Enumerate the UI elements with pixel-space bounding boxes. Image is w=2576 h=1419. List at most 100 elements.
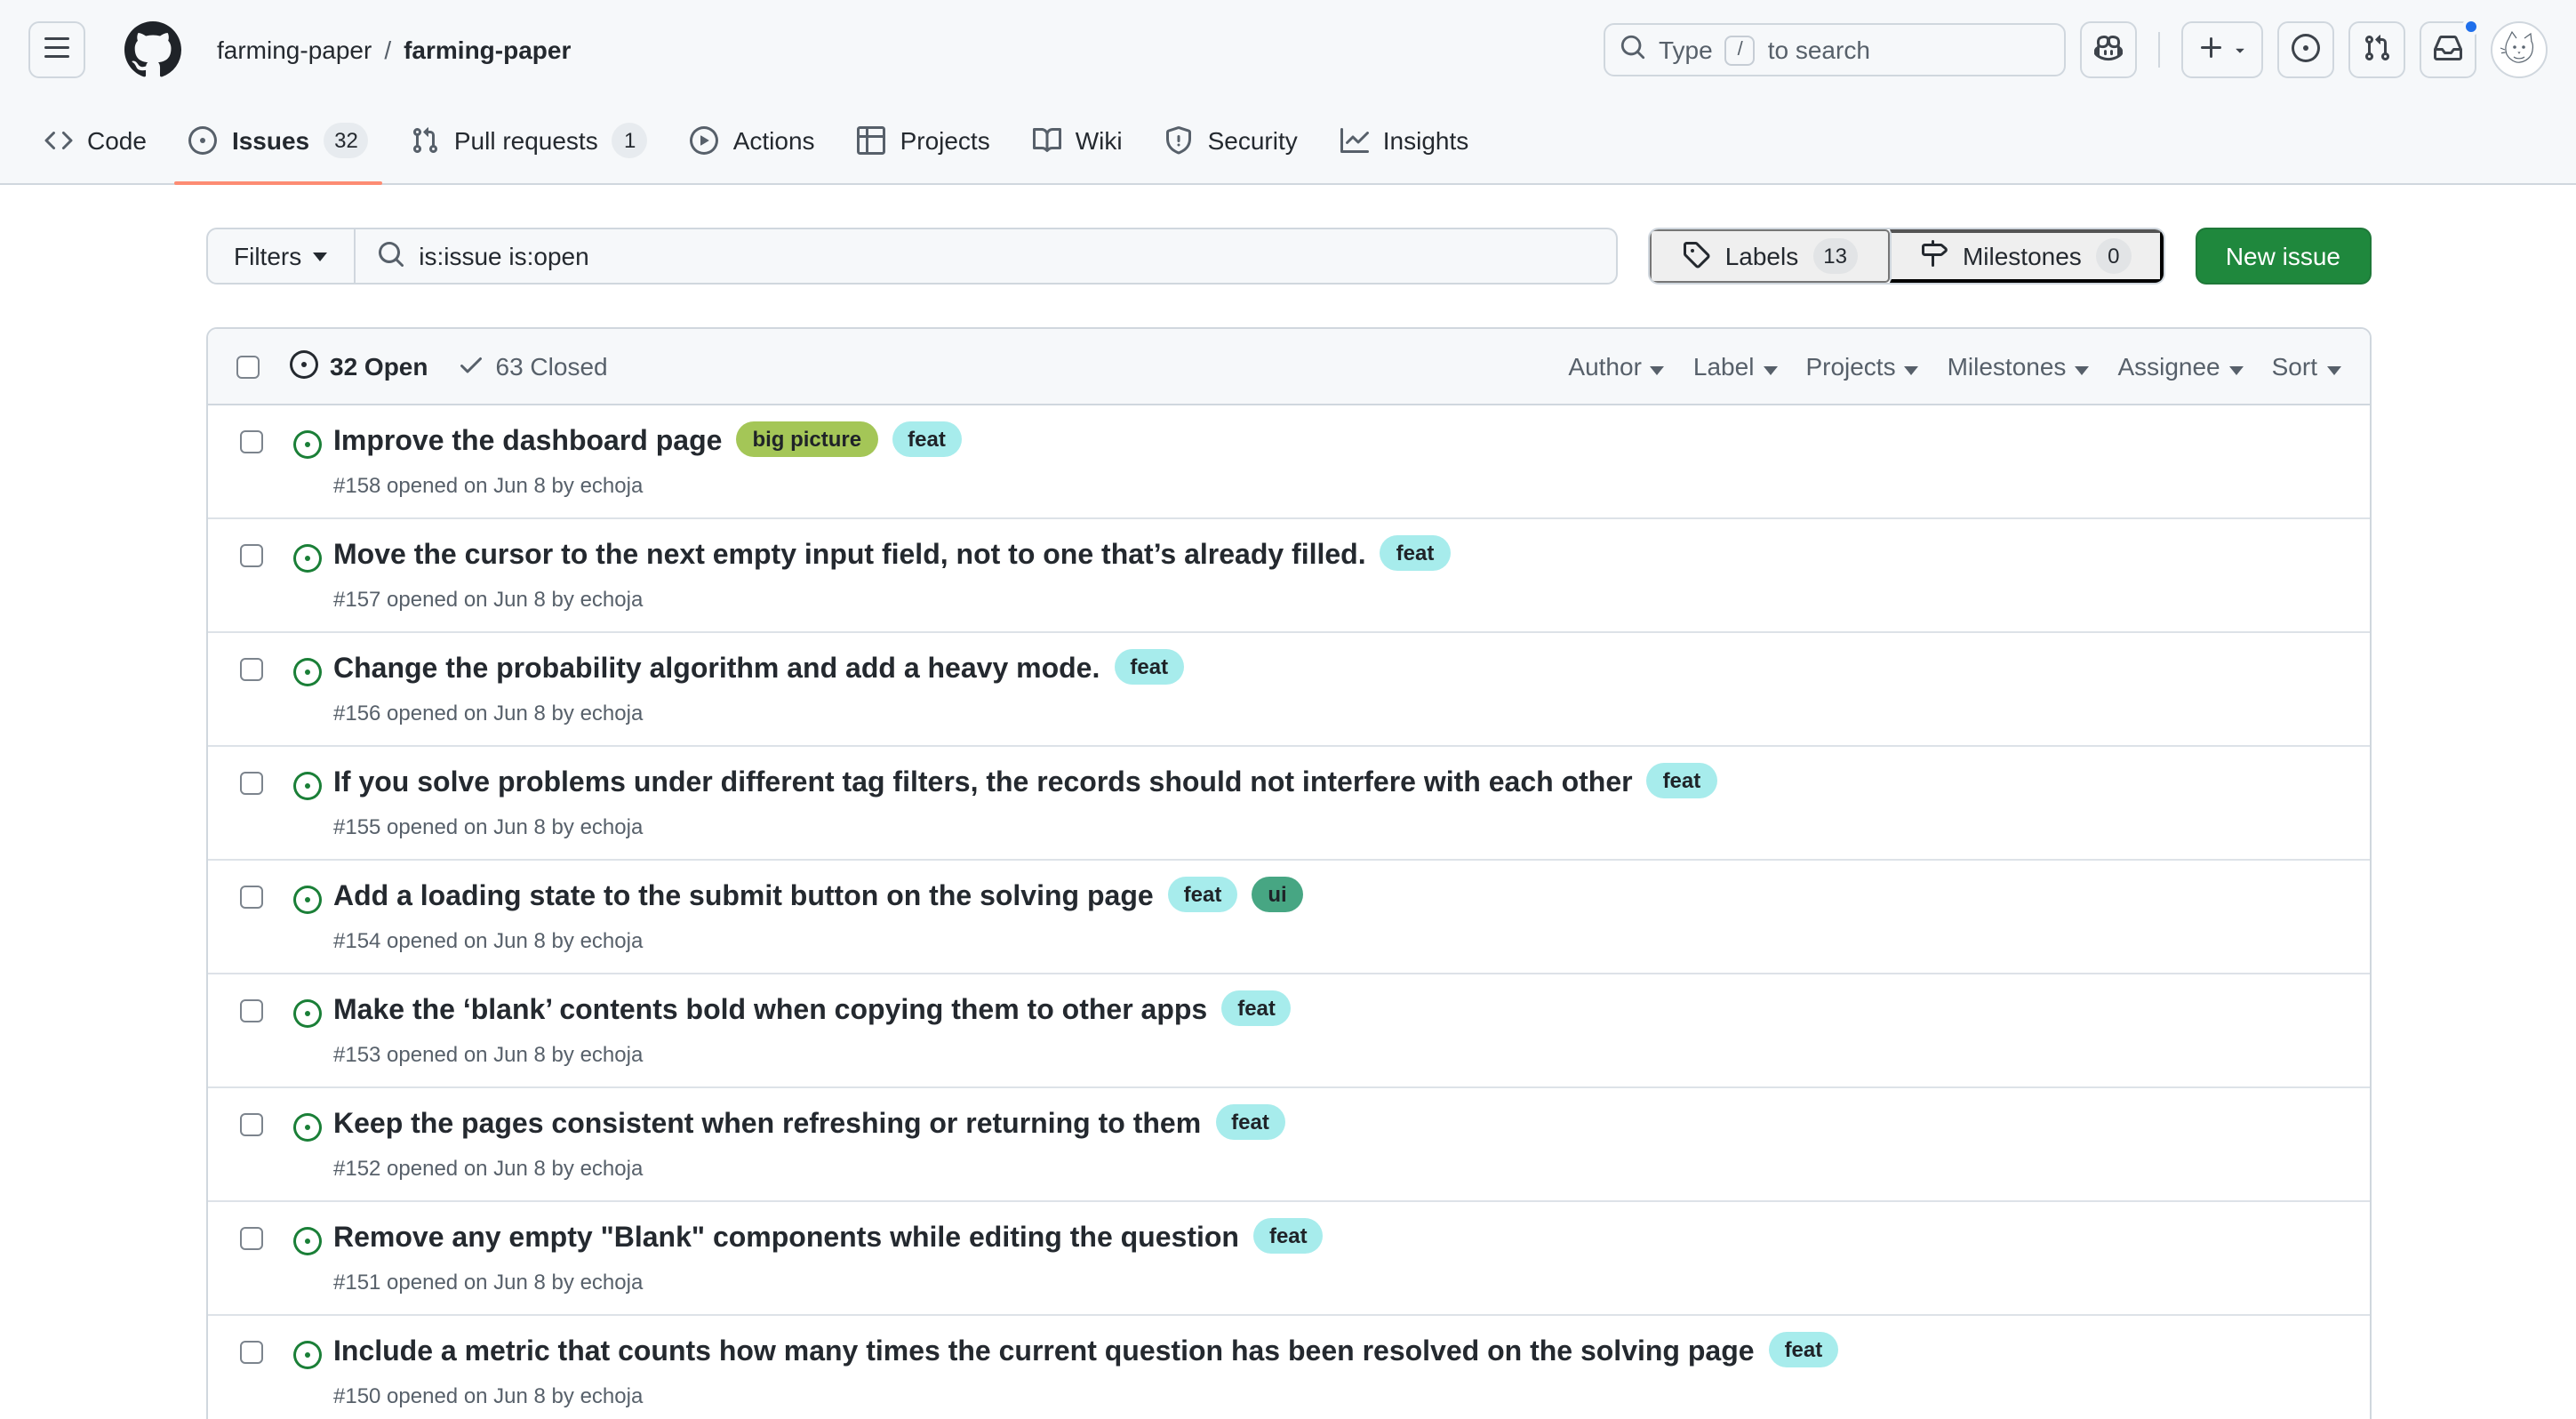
issue-row: Make the ‘blank’ contents bold when copy…: [207, 973, 2369, 1086]
page: farming-paper / farming-paper Type / to …: [0, 0, 2576, 1419]
list-filter-dropdowns: Author Label Projects Milestones Assignee Sor…: [1568, 352, 2340, 381]
copilot-button[interactable]: [2080, 21, 2137, 78]
issue-checkbox[interactable]: [239, 886, 262, 909]
code-icon: [44, 126, 73, 155]
filters-dropdown-button[interactable]: Filters: [205, 228, 355, 285]
main-content: Filters is:issue is:open Labels 13: [0, 228, 2576, 1419]
issue-title-link[interactable]: Add a loading state to the submit button…: [333, 882, 1154, 912]
issue-title-link[interactable]: Remove any empty "Blank" components whil…: [333, 1223, 1239, 1254]
issue-label-feat[interactable]: feat: [1380, 535, 1451, 571]
plus-icon: [2196, 33, 2225, 67]
labels-button[interactable]: Labels 13: [1651, 229, 1890, 283]
tab-wiki[interactable]: Wiki: [1019, 100, 1137, 183]
hamburger-icon: [43, 33, 71, 67]
dropdown-sort[interactable]: Sort: [2272, 352, 2340, 381]
your-issues-button[interactable]: [2277, 21, 2334, 78]
issue-checkbox[interactable]: [239, 544, 262, 567]
tab-security[interactable]: Security: [1151, 100, 1312, 183]
labels-label: Labels: [1725, 242, 1799, 270]
select-all-checkbox[interactable]: [236, 355, 259, 378]
issues-search-input[interactable]: is:issue is:open: [355, 228, 1618, 285]
breadcrumb-owner-link[interactable]: farming-paper: [217, 36, 372, 64]
issue-row: Keep the pages consistent when refreshin…: [207, 1086, 2369, 1200]
search-placeholder-suffix: to search: [1768, 36, 1870, 64]
issue-title-link[interactable]: Keep the pages consistent when refreshin…: [333, 1110, 1201, 1140]
tab-counter: 1: [612, 123, 648, 158]
new-issue-button[interactable]: New issue: [2196, 228, 2371, 285]
book-icon: [1033, 126, 1061, 155]
issue-label-feat[interactable]: feat: [1168, 877, 1238, 912]
tab-label: Security: [1208, 126, 1298, 155]
hamburger-menu-button[interactable]: [28, 21, 85, 78]
global-search-input[interactable]: Type / to search: [1604, 23, 2066, 76]
global-header: farming-paper / farming-paper Type / to …: [0, 0, 2576, 100]
dropdown-label[interactable]: Label: [1693, 352, 1778, 381]
dropdown-label: Assignee: [2117, 352, 2220, 381]
labels-milestones-group: Labels 13 Milestones 0: [1649, 228, 2165, 285]
issue-title-link[interactable]: Move the cursor to the next empty input …: [333, 541, 1366, 571]
issue-checkbox[interactable]: [239, 772, 262, 795]
milestone-icon: [1920, 239, 1948, 273]
dropdown-assignee[interactable]: Assignee: [2117, 352, 2243, 381]
issue-row: If you solve problems under different ta…: [207, 745, 2369, 859]
search-icon: [1620, 34, 1646, 66]
issue-label-ui[interactable]: ui: [1252, 877, 1302, 912]
issue-checkbox[interactable]: [239, 1341, 262, 1364]
closed-count-label: 63 Closed: [496, 352, 608, 381]
open-issues-filter[interactable]: 32 Open: [289, 349, 428, 383]
milestones-count: 0: [2096, 238, 2132, 274]
user-avatar[interactable]: [2491, 21, 2548, 78]
tab-label: Projects: [900, 126, 990, 155]
git-pull-request-icon: [412, 126, 440, 155]
milestones-label: Milestones: [1963, 242, 2082, 270]
issue-label-big-picture[interactable]: big picture: [736, 421, 877, 457]
issue-label-feat[interactable]: feat: [1221, 990, 1292, 1026]
issues-list-box: 32 Open 63 Closed Author Label Projects Mil…: [205, 327, 2371, 1419]
tab-pull-requests[interactable]: Pull requests1: [397, 100, 662, 183]
dropdown-author[interactable]: Author: [1568, 352, 1665, 381]
issue-title-link[interactable]: Include a metric that counts how many ti…: [333, 1337, 1755, 1367]
issue-title-link[interactable]: Improve the dashboard page: [333, 427, 722, 457]
issues-search-value: is:issue is:open: [419, 242, 588, 270]
create-new-button[interactable]: [2181, 21, 2263, 78]
issue-title-link[interactable]: Make the ‘blank’ contents bold when copy…: [333, 996, 1207, 1026]
issue-meta: #154 opened on Jun 8 by echoja: [333, 925, 1303, 957]
issue-checkbox[interactable]: [239, 658, 262, 681]
closed-issues-filter[interactable]: 63 Closed: [457, 349, 608, 383]
open-issue-icon: [292, 658, 321, 686]
issue-label-feat[interactable]: feat: [1114, 649, 1184, 685]
check-icon: [457, 349, 485, 383]
tab-projects[interactable]: Projects: [844, 100, 1004, 183]
issue-label-feat[interactable]: feat: [1769, 1332, 1839, 1367]
breadcrumb-repo-link[interactable]: farming-paper: [404, 36, 571, 64]
chevron-down-icon: [2326, 352, 2340, 381]
milestones-button[interactable]: Milestones 0: [1890, 229, 2164, 283]
issue-label-feat[interactable]: feat: [1253, 1218, 1324, 1254]
github-logo-icon[interactable]: [124, 21, 181, 78]
tab-insights[interactable]: Insights: [1326, 100, 1484, 183]
issue-label-feat[interactable]: feat: [892, 421, 962, 457]
open-issue-icon: [292, 544, 321, 573]
issue-label-feat[interactable]: feat: [1215, 1104, 1285, 1140]
tab-code[interactable]: Code: [30, 100, 161, 183]
dropdown-label: Author: [1568, 352, 1642, 381]
tag-icon: [1683, 239, 1711, 273]
issue-label-feat[interactable]: feat: [1647, 763, 1717, 798]
tab-actions[interactable]: Actions: [676, 100, 829, 183]
issue-checkbox[interactable]: [239, 1227, 262, 1250]
issue-title-link[interactable]: Change the probability algorithm and add…: [333, 654, 1100, 685]
tab-issues[interactable]: Issues32: [175, 100, 383, 183]
your-pull-requests-button[interactable]: [2348, 21, 2405, 78]
dropdown-projects[interactable]: Projects: [1805, 352, 1918, 381]
issue-checkbox[interactable]: [239, 999, 262, 1022]
issue-row: Improve the dashboard page big picture fea…: [207, 405, 2369, 517]
git-pull-request-icon: [2363, 33, 2391, 67]
chevron-down-icon: [1763, 352, 1777, 381]
issue-title-link[interactable]: If you solve problems under different ta…: [333, 768, 1633, 798]
breadcrumb-separator: /: [384, 36, 391, 64]
issue-meta: #152 opened on Jun 8 by echoja: [333, 1152, 1285, 1184]
issue-checkbox[interactable]: [239, 430, 262, 453]
dropdown-milestones[interactable]: Milestones: [1948, 352, 2090, 381]
issue-checkbox[interactable]: [239, 1113, 262, 1136]
inbox-button[interactable]: [2420, 21, 2476, 78]
